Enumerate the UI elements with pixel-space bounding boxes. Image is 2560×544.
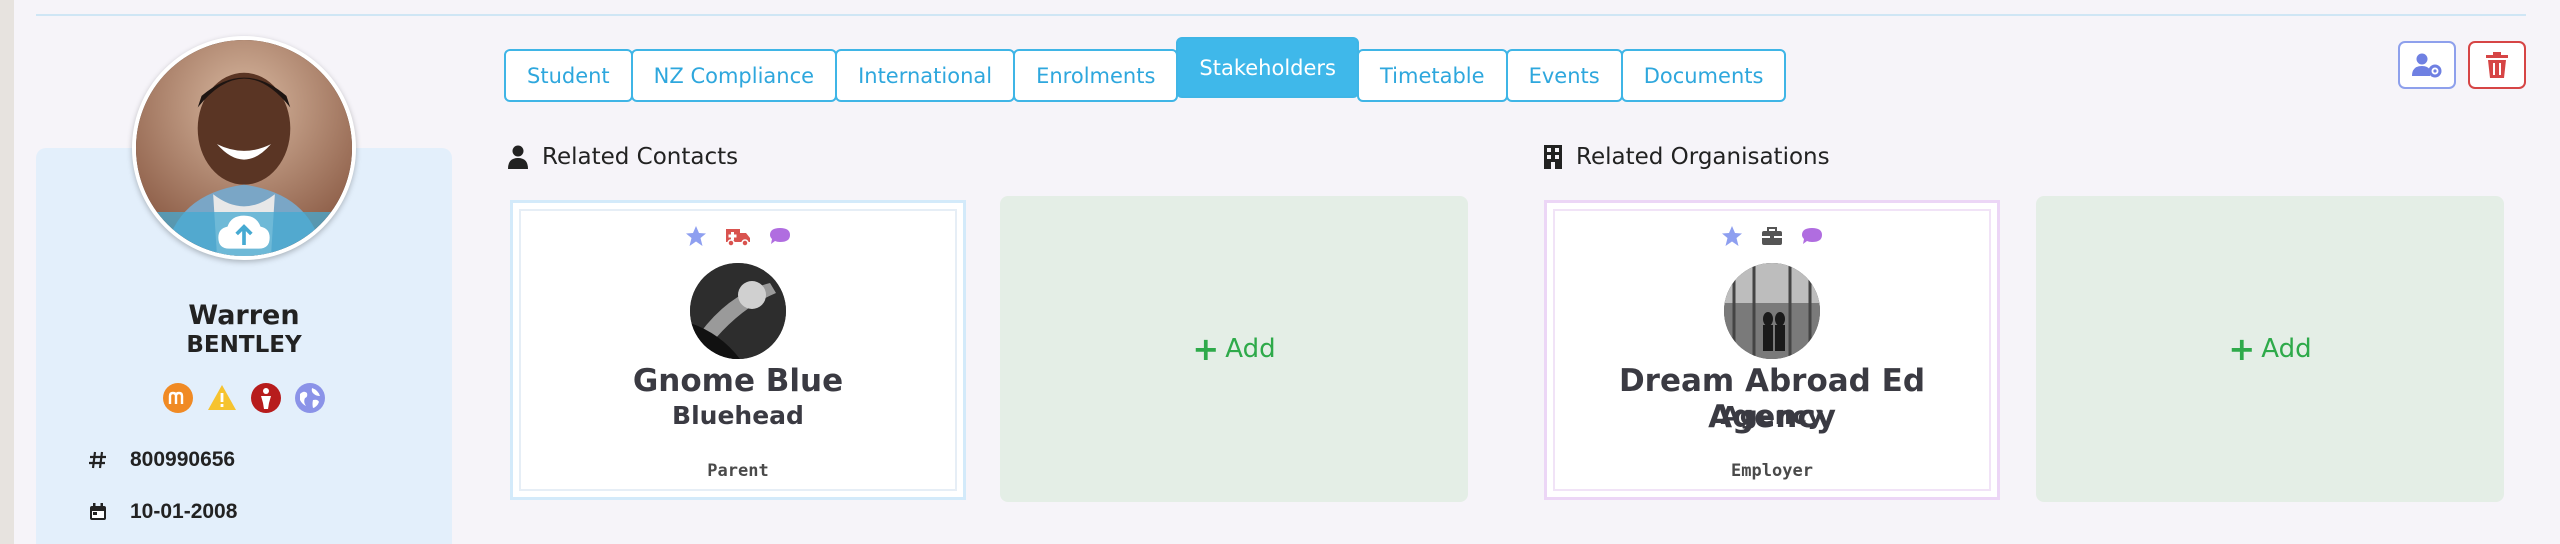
ambulance-icon[interactable] xyxy=(725,225,751,247)
date-of-birth-value: 10-01-2008 xyxy=(130,500,238,523)
star-icon[interactable] xyxy=(685,225,707,247)
tab-documents[interactable]: Documents xyxy=(1620,49,1787,102)
student-last-name: BENTLEY xyxy=(186,332,302,358)
tab-international[interactable]: International xyxy=(835,49,1016,102)
add-contact-button[interactable]: + Add xyxy=(1000,196,1468,502)
contact-subname: Bluehead xyxy=(672,401,804,430)
related-organisations-label: Related Organisations xyxy=(1576,144,1830,170)
building-icon xyxy=(1544,145,1562,169)
organisation-type: Agency xyxy=(1720,401,1824,430)
chat-icon[interactable] xyxy=(1801,225,1823,247)
plus-icon: + xyxy=(2228,330,2256,368)
tab-events[interactable]: Events xyxy=(1505,49,1623,102)
organisation-card[interactable]: Dream Abroad Ed Agency Agency Employer xyxy=(1544,200,2000,500)
star-icon[interactable] xyxy=(1721,225,1743,247)
tab-enrolments[interactable]: Enrolments xyxy=(1013,49,1179,102)
top-actions xyxy=(2398,41,2526,89)
organisation-role: Employer xyxy=(1731,461,1813,481)
contact-avatar xyxy=(690,263,786,359)
briefcase-icon[interactable] xyxy=(1761,225,1783,247)
related-organisations-heading: Related Organisations xyxy=(1544,144,1830,170)
warning-icon[interactable] xyxy=(206,382,238,414)
hash-icon xyxy=(88,450,108,470)
related-contacts-label: Related Contacts xyxy=(542,144,739,170)
tab-timetable[interactable]: Timetable xyxy=(1356,49,1508,102)
globe-icon[interactable] xyxy=(294,382,326,414)
tab-bar: Student NZ Compliance International Enro… xyxy=(504,37,1787,102)
app-window: Warren BENTLEY 800990656 10-01-2008 Stud… xyxy=(14,0,2560,544)
plus-icon: + xyxy=(1192,330,1220,368)
contact-card[interactable]: Gnome Blue Bluehead Parent xyxy=(510,200,966,500)
student-icon[interactable] xyxy=(250,382,282,414)
delete-button[interactable] xyxy=(2468,41,2526,89)
student-id-value: 800990656 xyxy=(130,448,236,471)
dob-row: 10-01-2008 xyxy=(88,500,237,524)
status-icon-row xyxy=(36,382,452,414)
student-avatar[interactable] xyxy=(132,36,356,260)
user-icon xyxy=(508,145,528,169)
add-organisation-label: Add xyxy=(2261,334,2312,364)
moodle-icon[interactable] xyxy=(162,382,194,414)
tab-student[interactable]: Student xyxy=(504,49,633,102)
user-settings-icon xyxy=(2412,53,2442,78)
organisation-avatar xyxy=(1724,263,1820,359)
tab-stakeholders[interactable]: Stakeholders xyxy=(1176,37,1359,98)
calendar-icon xyxy=(88,502,108,522)
chat-icon[interactable] xyxy=(769,225,791,247)
student-first-name: Warren xyxy=(188,300,300,331)
add-contact-label: Add xyxy=(1225,334,1276,364)
add-organisation-button[interactable]: + Add xyxy=(2036,196,2504,502)
upload-photo-button[interactable] xyxy=(136,212,352,256)
trash-icon xyxy=(2486,52,2508,78)
cloud-upload-icon xyxy=(218,215,270,249)
related-contacts-heading: Related Contacts xyxy=(508,144,738,170)
contact-role: Parent xyxy=(707,461,769,481)
tab-nz-compliance[interactable]: NZ Compliance xyxy=(630,49,838,102)
student-id-row: 800990656 xyxy=(88,448,235,472)
contact-card-icons xyxy=(521,225,955,247)
user-settings-button[interactable] xyxy=(2398,41,2456,89)
contact-name: Gnome Blue xyxy=(632,363,844,399)
top-divider xyxy=(36,14,2526,16)
organisation-card-icons xyxy=(1555,225,1989,247)
